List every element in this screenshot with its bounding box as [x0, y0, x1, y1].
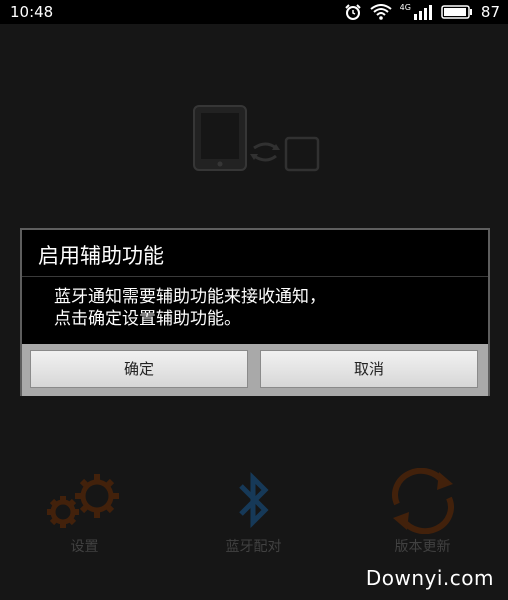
- status-icons: 4G 87: [344, 3, 500, 21]
- cellular-signal-icon: 4G: [400, 4, 433, 20]
- battery-level: 87: [480, 3, 500, 21]
- battery-icon: [441, 5, 473, 19]
- dialog-message: 蓝牙通知需要辅助功能来接收通知， 点击确定设置辅助功能。: [54, 286, 474, 330]
- watermark: Downyi.com: [365, 566, 494, 590]
- dialog-title: 启用辅助功能: [38, 244, 164, 268]
- cancel-button[interactable]: 取消: [260, 350, 478, 388]
- dialog-button-bar: 确定 取消: [22, 344, 488, 396]
- status-bar: 10:48 4G 87: [0, 0, 508, 24]
- dialog-divider: [22, 276, 488, 277]
- confirm-button[interactable]: 确定: [30, 350, 248, 388]
- clock: 10:48: [10, 3, 54, 21]
- dialog-message-line: 点击确定设置辅助功能。: [54, 309, 241, 329]
- network-type-label: 4G: [399, 3, 411, 12]
- dialog-message-line: 蓝牙通知需要辅助功能来接收通知，: [54, 287, 326, 307]
- alarm-icon: [344, 4, 362, 20]
- enable-accessibility-dialog: 启用辅助功能 蓝牙通知需要辅助功能来接收通知， 点击确定设置辅助功能。 确定 取…: [20, 228, 490, 396]
- wifi-icon: [369, 4, 392, 20]
